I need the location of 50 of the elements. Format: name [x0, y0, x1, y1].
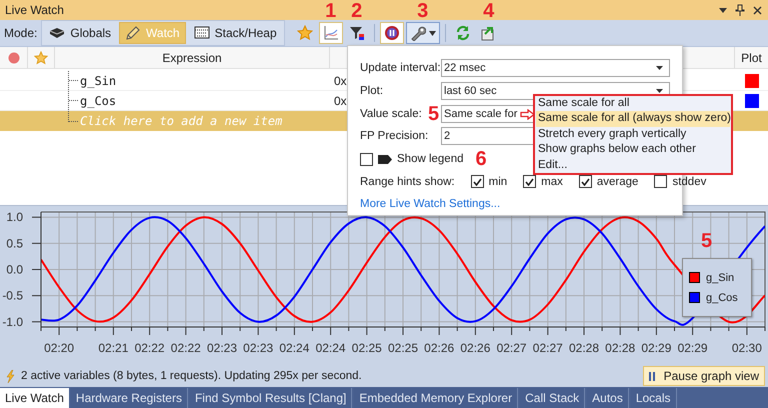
axis-label: 02:22 — [170, 341, 201, 355]
legend-label: g_Sin — [706, 272, 734, 284]
field-label: Value scale: — [360, 108, 422, 120]
value-cell: 0x — [334, 74, 347, 88]
annotation-number: 4 — [483, 1, 494, 21]
checkbox-label: average — [596, 176, 638, 188]
legend-label: g_Cos — [706, 292, 738, 304]
annotation-number: 1 — [325, 1, 336, 21]
axis-label: -0.5 — [2, 288, 23, 303]
checkbox-label: min — [488, 176, 508, 188]
status-text: 2 active variables (8 bytes, 1 requests). Updating 295x per second. — [21, 370, 362, 382]
axis-label: 0.5 — [6, 236, 23, 250]
axis-label: 02:26 — [424, 341, 454, 355]
annotation-number: 2 — [351, 1, 362, 21]
annotation-number: 5 — [428, 104, 440, 124]
field-label: Update interval: — [360, 62, 441, 74]
expression-cell: g_Sin — [80, 74, 116, 88]
axis-label: 02:24 — [316, 341, 346, 355]
axis-label: 02:25 — [352, 341, 382, 355]
mode-label: Mode: — [4, 26, 38, 40]
axis-label: 02:23 — [206, 341, 238, 355]
annotation-number: 6 — [476, 149, 487, 170]
axis-label: 02:28 — [605, 341, 636, 355]
axis-label: 02:27 — [496, 341, 527, 355]
axis-label: 02:29 — [678, 341, 708, 355]
annotation-number: 3 — [417, 1, 428, 21]
axis-label: 02:26 — [460, 341, 490, 355]
checkbox-label: stddev — [672, 176, 706, 188]
annotation-number: 5 — [701, 231, 712, 251]
axis-label: 02:23 — [243, 341, 274, 355]
axis-label: 1.0 — [6, 210, 23, 224]
axis-label: 02:28 — [568, 341, 600, 355]
axis-label: -1.0 — [2, 314, 23, 329]
expression-cell: g_Cos — [80, 94, 116, 108]
axis-label: 02:22 — [134, 341, 165, 355]
axis-label: 02:21 — [98, 341, 128, 355]
value-cell: 0x — [334, 94, 347, 108]
field-label: Plot: — [360, 85, 384, 98]
checkbox-label: Show legend — [397, 153, 464, 166]
axis-label: 0.0 — [6, 262, 23, 276]
range-hints-label: Range hints show: — [360, 176, 455, 188]
checkbox-label: max — [541, 176, 563, 188]
field-label: FP Precision: — [360, 130, 428, 142]
axis-label: 02:30 — [732, 341, 762, 355]
axis-label: 02:20 — [44, 341, 74, 355]
axis-label: 02:27 — [532, 341, 563, 355]
axis-label: 02:29 — [641, 341, 672, 355]
axis-label: 02:24 — [279, 341, 310, 355]
window-title: Live Watch — [5, 3, 64, 17]
axis-label: 02:25 — [388, 341, 418, 355]
